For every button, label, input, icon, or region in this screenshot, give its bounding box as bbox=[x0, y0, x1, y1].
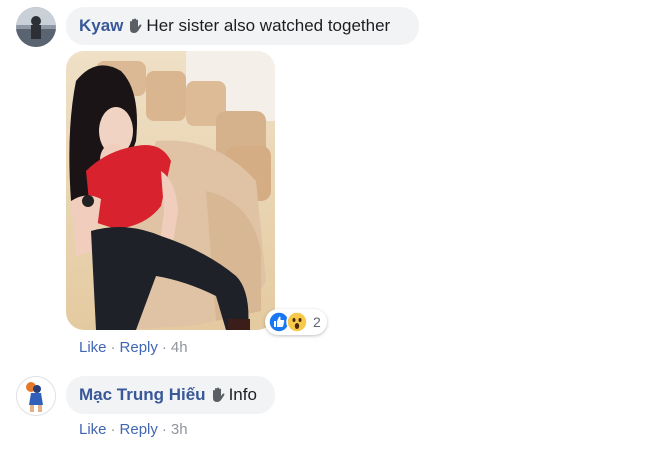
comment-photo[interactable] bbox=[66, 51, 275, 330]
comment-actions: Like · Reply · 3h bbox=[79, 421, 188, 438]
reply-link[interactable]: Reply bbox=[120, 421, 158, 438]
comment-timestamp[interactable]: 3h bbox=[171, 421, 188, 438]
wave-hand-icon bbox=[209, 386, 227, 404]
avatar-kyaw[interactable] bbox=[16, 7, 56, 47]
wow-icon bbox=[286, 311, 308, 333]
reply-link[interactable]: Reply bbox=[120, 339, 158, 356]
reactions-summary[interactable]: 2 bbox=[265, 309, 327, 335]
separator: · bbox=[161, 421, 167, 438]
comment-author[interactable]: Mạc Trung Hiếu bbox=[79, 385, 206, 405]
reaction-count: 2 bbox=[313, 314, 321, 330]
comment-bubble-kyaw: Kyaw Her sister also watched together bbox=[66, 7, 419, 45]
comment-bubble-mac-trung-hieu: Mạc Trung Hiếu Info bbox=[66, 376, 275, 414]
wave-hand-icon bbox=[126, 17, 144, 35]
separator: · bbox=[161, 339, 167, 356]
comment-actions: Like · Reply · 4h bbox=[79, 339, 188, 356]
like-link[interactable]: Like bbox=[79, 421, 107, 438]
comment-timestamp[interactable]: 4h bbox=[171, 339, 188, 356]
separator: · bbox=[110, 421, 116, 438]
comment-author[interactable]: Kyaw bbox=[79, 16, 123, 36]
avatar-mac-trung-hieu[interactable] bbox=[16, 376, 56, 416]
like-link[interactable]: Like bbox=[79, 339, 107, 356]
comment-text: Info bbox=[228, 385, 257, 404]
separator: · bbox=[110, 339, 116, 356]
comment-text: Her sister also watched together bbox=[146, 16, 391, 35]
